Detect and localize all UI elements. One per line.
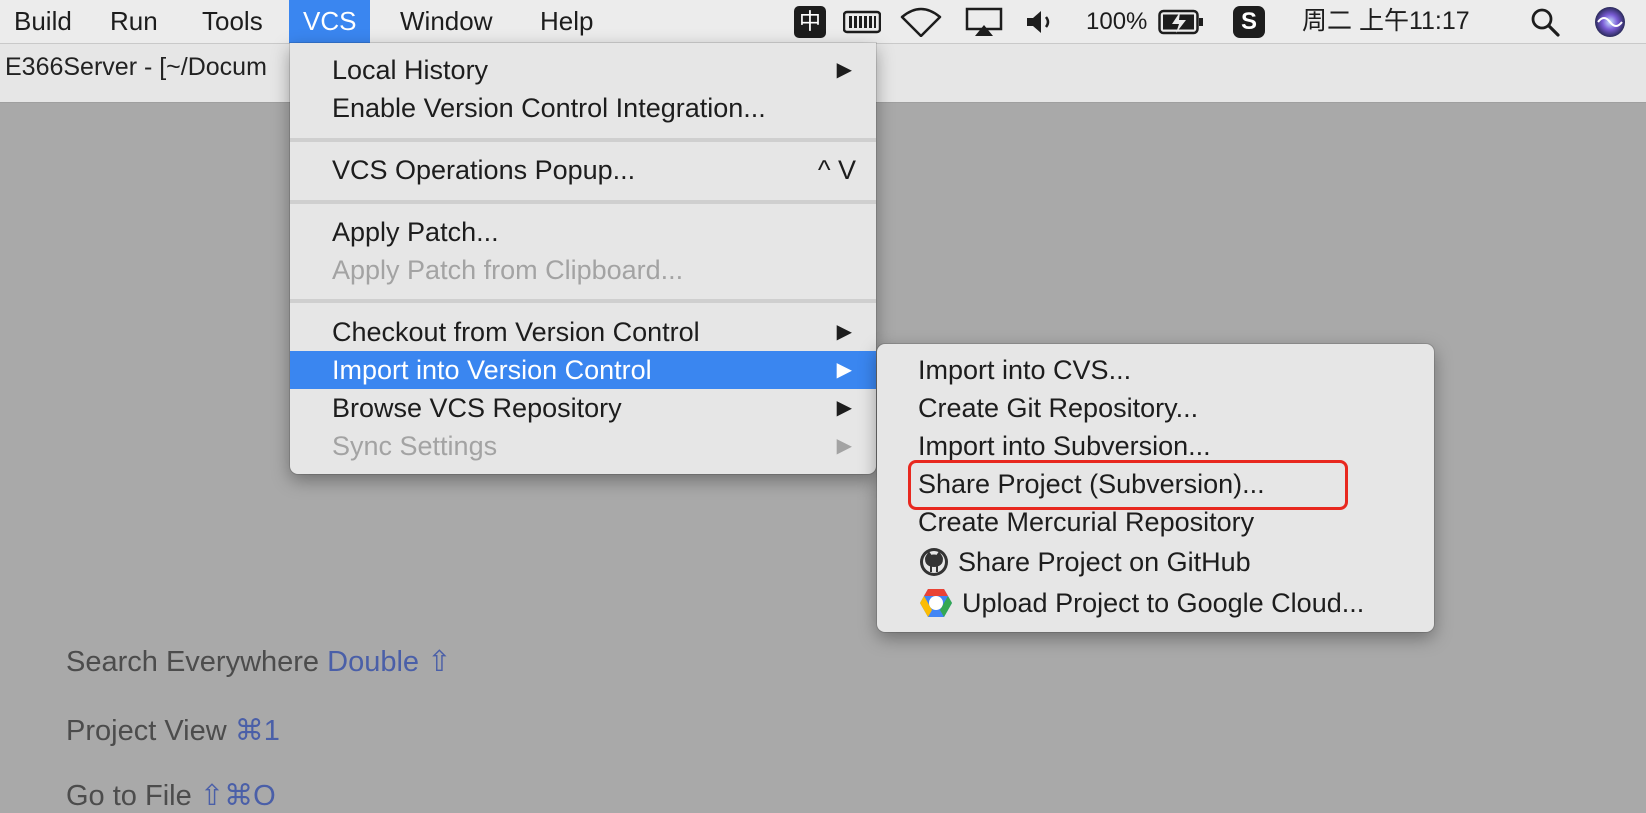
menu-item-label: Sync Settings xyxy=(332,431,498,461)
submenu-arrow-icon: ▶ xyxy=(836,359,852,381)
airplay-icon[interactable] xyxy=(965,0,1003,43)
menu-run[interactable]: Run xyxy=(96,0,172,43)
hint-search-everywhere: Search Everywhere Double ⇧ xyxy=(66,644,451,679)
spotlight-search-icon[interactable] xyxy=(1530,0,1560,43)
battery-percent: 100% xyxy=(1086,8,1148,35)
menu-item-label: Share Project on GitHub xyxy=(958,547,1251,577)
github-icon xyxy=(918,546,950,578)
hint-label: Go to File xyxy=(66,780,192,812)
menu-separator xyxy=(290,200,876,204)
volume-icon[interactable] xyxy=(1024,0,1058,43)
menu-item-vcs-operations-popup[interactable]: VCS Operations Popup... ^ V xyxy=(290,151,876,189)
hint-goto-file: Go to File ⇧⌘O xyxy=(66,778,276,813)
menu-item-checkout[interactable]: Checkout from Version Control ▶ xyxy=(290,313,876,351)
menu-bar: Build Run Tools VCS Window Help 中 100% S… xyxy=(0,0,1646,44)
menu-item-import-into-vc[interactable]: Import into Version Control ▶ xyxy=(290,351,876,389)
submenu-arrow-icon: ▶ xyxy=(836,321,852,343)
menu-window[interactable]: Window xyxy=(386,0,506,43)
hint-shortcut: ⌘1 xyxy=(234,715,280,747)
submenu-item-upload-google-cloud[interactable]: Upload Project to Google Cloud... xyxy=(877,584,1434,622)
menu-vcs[interactable]: VCS xyxy=(289,0,371,43)
battery-charging-icon[interactable] xyxy=(1158,0,1204,43)
hint-label: Project View xyxy=(66,715,227,747)
clock: 周二 上午11:17 xyxy=(1302,7,1470,35)
highlight-annotation-box xyxy=(908,460,1348,510)
menu-item-label: Enable Version Control Integration... xyxy=(332,93,766,123)
menu-item-label: Checkout from Version Control xyxy=(332,317,700,347)
input-method-label: 中 xyxy=(794,5,826,38)
menu-item-label: Import into Version Control xyxy=(332,355,652,385)
menu-item-enable-vcs[interactable]: Enable Version Control Integration... xyxy=(290,89,876,127)
menu-item-label: Apply Patch from Clipboard... xyxy=(332,255,684,285)
menu-tools[interactable]: Tools xyxy=(188,0,277,43)
google-cloud-icon xyxy=(918,587,954,619)
submenu-arrow-icon: ▶ xyxy=(836,59,852,81)
submenu-item-create-git[interactable]: Create Git Repository... xyxy=(877,389,1434,427)
menu-item-label: Create Git Repository... xyxy=(918,393,1199,423)
menu-item-label: VCS Operations Popup... xyxy=(332,155,636,185)
menu-item-sync-settings: Sync Settings ▶ xyxy=(290,427,876,465)
menu-build[interactable]: Build xyxy=(0,0,86,43)
submenu-arrow-icon: ▶ xyxy=(836,435,852,457)
hint-shortcut: ⇧⌘O xyxy=(199,780,276,812)
hint-label: Search Everywhere xyxy=(66,646,320,678)
hint-project-view: Project View ⌘1 xyxy=(66,713,280,748)
submenu-item-import-cvs[interactable]: Import into CVS... xyxy=(877,351,1434,389)
hint-shortcut: Double ⇧ xyxy=(327,646,452,678)
menu-item-local-history[interactable]: Local History ▶ xyxy=(290,51,876,89)
vcs-menu: Local History ▶ Enable Version Control I… xyxy=(290,43,876,474)
menu-separator xyxy=(290,138,876,142)
menu-item-shortcut: ^ V xyxy=(817,155,856,185)
menu-item-label: Apply Patch... xyxy=(332,217,499,247)
siri-icon[interactable] xyxy=(1593,0,1627,43)
submenu-arrow-icon: ▶ xyxy=(836,397,852,419)
menu-item-label: Import into CVS... xyxy=(918,355,1132,385)
sogou-icon[interactable]: S xyxy=(1233,0,1265,43)
menu-item-label: Local History xyxy=(332,55,489,85)
menu-item-apply-patch[interactable]: Apply Patch... xyxy=(290,213,876,251)
window-title: E366Server - [~/Docum xyxy=(5,53,267,81)
input-method-icon[interactable]: 中 xyxy=(794,0,826,43)
wifi-icon[interactable] xyxy=(900,0,942,43)
submenu-item-share-github[interactable]: Share Project on GitHub xyxy=(877,543,1434,581)
menu-separator xyxy=(290,299,876,303)
menu-item-label: Browse VCS Repository xyxy=(332,393,622,423)
menu-item-browse-repo[interactable]: Browse VCS Repository ▶ xyxy=(290,389,876,427)
menu-item-apply-patch-clipboard: Apply Patch from Clipboard... xyxy=(290,251,876,289)
menu-item-label: Upload Project to Google Cloud... xyxy=(962,588,1365,618)
menu-help[interactable]: Help xyxy=(526,0,607,43)
keyboard-icon[interactable] xyxy=(843,0,881,43)
